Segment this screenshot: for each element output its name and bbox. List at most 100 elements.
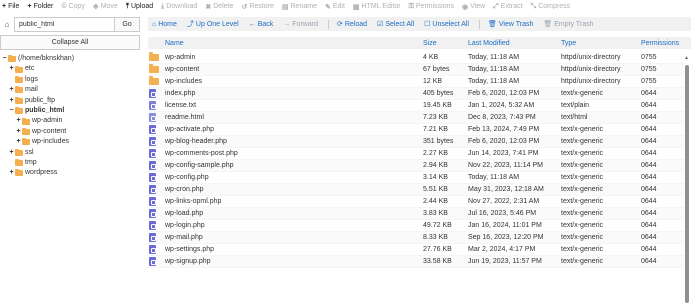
separator — [478, 19, 480, 29]
table-row[interactable]: wp-load.php 3.83 KB Jul 16, 2023, 5:46 PM t… — [148, 208, 684, 220]
table-row[interactable]: index.php 405 bytes Feb 6, 2020, 12:03 PM t… — [148, 88, 684, 100]
tree-item-tmp[interactable]: tmp — [2, 158, 142, 168]
scrollbar[interactable]: ▲ — [683, 52, 691, 303]
file-type-cell — [148, 161, 165, 170]
file-icon — [149, 113, 156, 122]
tree-item-mail[interactable]: + mail — [2, 85, 142, 95]
download-button[interactable]: ⤓ Download — [161, 3, 197, 11]
html-editor-button[interactable]: ▦ HTML Editor — [353, 3, 401, 11]
table-row[interactable]: wp-content 67 bytes Today, 11:18 AM httpd/u… — [148, 64, 684, 76]
header-size[interactable]: Size — [423, 40, 468, 47]
collapse-icon[interactable]: − — [2, 54, 7, 64]
table-row[interactable]: license.txt 19.45 KB Jan 1, 2024, 5:32 AM t… — [148, 100, 684, 112]
table-row[interactable]: wp-mail.php 8.33 KB Sep 16, 2023, 12:20 PM… — [148, 232, 684, 244]
upload-button[interactable]: ⤒ Upload — [126, 3, 153, 11]
table-row[interactable]: wp-admin 4 KB Today, 11:18 AM httpd/unix-di… — [148, 52, 684, 64]
reload-icon: ⟳ — [336, 21, 343, 28]
collapse-all-button[interactable]: Collapse All — [0, 35, 140, 50]
delete-button[interactable]: ✖ Delete — [205, 3, 233, 11]
expand-icon[interactable]: + — [9, 85, 14, 95]
restore-button[interactable]: ↺ Restore — [241, 3, 273, 11]
path-input[interactable] — [14, 17, 115, 32]
view-button[interactable]: ◉ View — [462, 3, 485, 11]
table-row[interactable]: wp-settings.php 27.76 KB Mar 2, 2024, 4:17… — [148, 244, 684, 256]
tree-item-public-html[interactable]: − public_html — [2, 106, 142, 116]
tree-item-logs[interactable]: logs — [2, 75, 142, 85]
table-row[interactable]: wp-includes 12 KB Today, 11:18 AM httpd/uni… — [148, 76, 684, 88]
expand-icon[interactable]: + — [16, 127, 21, 137]
header-name[interactable]: Name — [165, 40, 423, 47]
file-icon — [149, 245, 156, 254]
move-button[interactable]: ✥ Move — [93, 3, 118, 11]
tree-item-wp-content[interactable]: + wp-content — [2, 127, 142, 137]
header-modified[interactable]: Last Modified — [468, 40, 561, 47]
folder-icon — [149, 76, 159, 85]
tree-item-etc[interactable]: + etc — [2, 64, 142, 74]
file-name: wp-signup.php — [165, 258, 211, 265]
expand-icon[interactable]: + — [16, 137, 21, 147]
tree-item-home-bknskhan[interactable]: − (/home/bknskhan) — [2, 54, 142, 64]
file-name: wp-load.php — [165, 210, 204, 217]
restore-icon: ↺ — [241, 3, 248, 11]
table-row[interactable]: wp-config-sample.php 2.94 KB Nov 22, 2023,… — [148, 160, 684, 172]
file-permissions: 0644 — [641, 150, 657, 157]
select-all-button[interactable]: ☑ Select All — [377, 20, 414, 29]
file-type: text/x-generic — [561, 186, 604, 193]
file-type-cell — [148, 197, 165, 206]
path-bar: ⌂ Go — [0, 17, 140, 32]
tree-item-wordpress[interactable]: + wordpress — [2, 168, 142, 178]
expand-icon[interactable]: + — [9, 96, 14, 106]
table-row[interactable]: wp-login.php 49.72 KB Jan 16, 2024, 11:01 … — [148, 220, 684, 232]
rename-button[interactable]: ▤ Rename — [282, 3, 317, 11]
file-type: text/plain — [561, 102, 590, 109]
view-trash-button[interactable]: 🗑 View Trash — [488, 20, 533, 29]
directory-tree: − (/home/bknskhan) + etc logs + mail + public_ft… — [2, 54, 142, 179]
file-label: File — [8, 3, 20, 10]
table-row[interactable]: wp-blog-header.php 351 bytes Feb 6, 2020, … — [148, 136, 684, 148]
file-modified: Feb 13, 2024, 7:49 PM — [468, 126, 540, 133]
home-button[interactable]: ⌂ Home — [152, 21, 177, 28]
move-icon: ✥ — [92, 3, 99, 11]
back-button[interactable]: ← Back — [249, 21, 274, 28]
scroll-thumb[interactable] — [685, 65, 689, 303]
file-size: 3.83 KB — [423, 210, 448, 217]
scroll-up-icon[interactable]: ▲ — [684, 55, 689, 61]
reload-button[interactable]: ⟳ Reload — [336, 20, 367, 29]
go-button[interactable]: Go — [115, 17, 140, 32]
copy-button[interactable]: © Copy — [61, 3, 85, 10]
permissions-button[interactable]: ⚿ Permissions — [409, 3, 454, 11]
edit-button[interactable]: ✎ Edit — [325, 3, 345, 11]
table-row[interactable]: wp-signup.php 33.58 KB Jun 19, 2023, 11:57… — [148, 256, 684, 268]
collapse-icon[interactable]: − — [9, 106, 14, 116]
table-row[interactable]: wp-activate.php 7.21 KB Feb 13, 2024, 7:49… — [148, 124, 684, 136]
tree-item-wp-includes[interactable]: + wp-includes — [2, 137, 142, 147]
file-button[interactable]: + File — [2, 3, 19, 10]
tree-item-ssl[interactable]: + ssl — [2, 148, 142, 158]
table-row[interactable]: wp-links-opml.php 2.44 KB Nov 27, 2022, 2:… — [148, 196, 684, 208]
file-type: text/x-generic — [561, 258, 604, 265]
tree-item-wp-admin[interactable]: + wp-admin — [2, 116, 142, 126]
forward-button[interactable]: → Forward — [283, 21, 318, 28]
view-icon: ◉ — [462, 3, 469, 11]
table-row[interactable]: wp-config.php 3.14 KB Today, 11:18 AM text/… — [148, 172, 684, 184]
extract-button[interactable]: ⤢ Extract — [493, 3, 522, 11]
up-one-level-button[interactable]: ⤴ Up One Level — [187, 19, 239, 29]
expand-icon[interactable]: + — [9, 148, 14, 158]
expand-icon[interactable]: + — [16, 116, 21, 126]
compress-button[interactable]: ⤡ Compress — [531, 3, 571, 11]
file-type: text/x-generic — [561, 150, 604, 157]
header-permissions[interactable]: Permissions — [641, 40, 691, 47]
file-modified: Sep 16, 2023, 12:20 PM — [468, 234, 544, 241]
expand-icon[interactable]: + — [9, 64, 14, 74]
header-type[interactable]: Type — [561, 40, 641, 47]
file-name: wp-mail.php — [165, 234, 203, 241]
table-row[interactable]: readme.html 7.23 KB Dec 8, 2023, 7:43 PM te… — [148, 112, 684, 124]
unselect-all-button[interactable]: ☐ Unselect All — [424, 20, 469, 29]
empty-trash-button[interactable]: 🗑 Empty Trash — [543, 20, 593, 29]
table-row[interactable]: wp-comments-post.php 2.27 KB Jun 14, 2023,… — [148, 148, 684, 160]
folder-button[interactable]: + Folder — [27, 3, 53, 10]
expand-icon[interactable]: + — [9, 168, 14, 178]
file-type: text/x-generic — [561, 126, 604, 133]
tree-item-public-ftp[interactable]: + public_ftp — [2, 96, 142, 106]
table-row[interactable]: wp-cron.php 5.51 KB May 31, 2023, 12:18 AM… — [148, 184, 684, 196]
